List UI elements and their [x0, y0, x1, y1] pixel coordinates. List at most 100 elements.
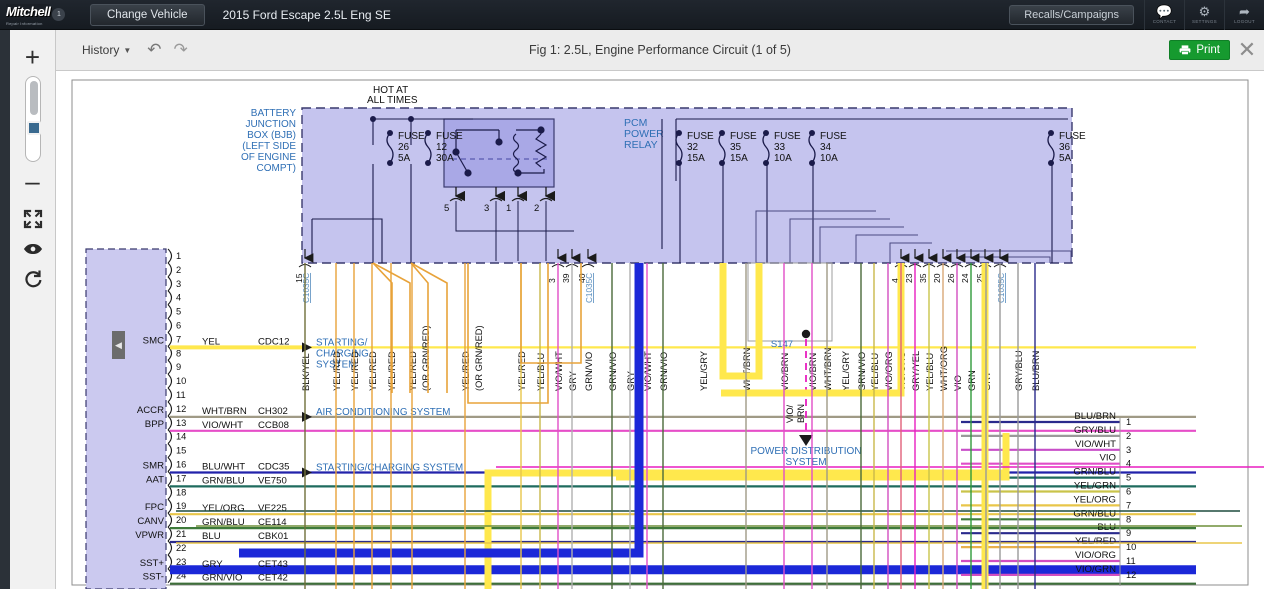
wire-pin-30: 20: [932, 273, 942, 283]
pin-number-9: 9: [176, 362, 181, 372]
row-code-16: CDC35: [258, 462, 289, 473]
fuse-number-6: 36: [1059, 142, 1071, 153]
wire-label-35: GRY/BLU: [1014, 350, 1024, 391]
pin-number-3: 3: [176, 279, 181, 289]
pin-side-label-19: FPC: [145, 502, 164, 513]
right-row-pin-2: 2: [1126, 431, 1131, 441]
zoom-in-button[interactable]: +: [16, 42, 50, 72]
pin-side-label-21: VPWR: [135, 530, 164, 541]
pin-number-21: 21: [176, 529, 186, 539]
wire-label-13: GRN/VIO: [584, 352, 594, 391]
contact-icon[interactable]: 💬 CONTACT: [1144, 0, 1184, 30]
view-eye-button[interactable]: [16, 234, 50, 264]
redo-icon[interactable]: ↷: [174, 43, 188, 57]
diagram-scroll-region[interactable]: PCM POWER RELAY 5 3 1 2: [56, 71, 1264, 589]
fuse-label-3: FUSE: [730, 131, 757, 142]
chevron-down-icon: ▼: [123, 46, 131, 55]
pin-number-20: 20: [176, 515, 186, 525]
change-vehicle-button[interactable]: Change Vehicle: [90, 4, 205, 26]
wire-pin-28: 23: [904, 273, 914, 283]
right-row-pin-6: 6: [1126, 487, 1131, 497]
power-distribution-wire-line-0: VIO/: [785, 404, 795, 423]
fuse-label-0: FUSE: [398, 131, 425, 142]
contact-glyph: 💬: [1156, 5, 1172, 18]
junction-dot: [408, 116, 414, 122]
pin-number-18: 18: [176, 487, 186, 497]
row-color-16: BLU/WHT: [202, 462, 245, 473]
wire-label-23: YEL/GRY: [841, 351, 851, 391]
contact-caption: CONTACT: [1153, 19, 1177, 24]
pin-side-label-23: SST+: [140, 558, 165, 569]
bjb-label-line-3: (LEFT SIDE: [242, 141, 296, 152]
wire-pin-31: 26: [946, 273, 956, 283]
pin-number-8: 8: [176, 348, 181, 358]
logout-icon[interactable]: ➦ LOGOUT: [1224, 0, 1264, 30]
row-code-19: VE225: [258, 503, 287, 514]
pin-side-label-20: CANV: [137, 516, 164, 527]
relay-pin-1: 3: [484, 203, 489, 214]
recalls-campaigns-button[interactable]: Recalls/Campaigns: [1009, 5, 1134, 25]
right-row-pin-3: 3: [1126, 445, 1131, 455]
row-code-24: CET42: [258, 573, 288, 584]
fit-screen-icon: [23, 209, 43, 229]
brand-logo[interactable]: Mitchell1 Repair Information: [0, 0, 86, 30]
relay-label-line-2: RELAY: [624, 139, 658, 151]
close-icon[interactable]: ✕: [1230, 30, 1264, 71]
fuse-number-3: 35: [730, 142, 742, 153]
pin-side-label-13: BPP: [145, 419, 164, 430]
wire-label-9: YEL/RED: [517, 351, 527, 391]
wire-label-8: (OR GRN/RED): [474, 325, 484, 391]
pin-number-17: 17: [176, 473, 186, 483]
right-row-pin-8: 8: [1126, 514, 1131, 524]
row-code-7: CDC12: [258, 336, 289, 347]
wire-label-7: YEL/RED: [461, 351, 471, 391]
history-label: History: [82, 43, 119, 57]
fuse-rating-6: 5A: [1059, 153, 1072, 164]
row-code-12: CH302: [258, 406, 288, 417]
right-row-color-6: YEL/GRN: [1074, 481, 1116, 492]
pin-number-14: 14: [176, 432, 186, 442]
wire-label-19: WHT/BRN: [742, 348, 752, 391]
print-label: Print: [1196, 44, 1220, 56]
vehicle-label: 2015 Ford Escape 2.5L Eng SE: [223, 8, 391, 22]
undo-icon[interactable]: ↶: [147, 43, 161, 57]
logout-glyph: ➦: [1239, 5, 1250, 18]
pin-number-12: 12: [176, 404, 186, 414]
pin-number-5: 5: [176, 307, 181, 317]
history-dropdown[interactable]: History ▼: [82, 43, 131, 57]
wire-pin-29: 35: [918, 273, 928, 283]
prev-page-button[interactable]: ◀: [112, 331, 125, 359]
right-row-color-10: YEL/RED: [1075, 536, 1116, 547]
right-row-color-4: VIO: [1099, 453, 1116, 464]
power-distribution-wire-line-1: BRN: [796, 404, 806, 423]
gear-glyph: ⚙: [1199, 5, 1211, 18]
pin-side-label-7: SMC: [143, 335, 164, 346]
zoom-slider[interactable]: [25, 76, 41, 162]
wire-label-32: GRN: [967, 370, 977, 391]
right-row-pin-5: 5: [1126, 473, 1131, 483]
gear-icon[interactable]: ⚙ SETTINGS: [1184, 0, 1224, 30]
wire-label-26: VIO/ORG: [884, 351, 894, 391]
fit-screen-button[interactable]: [16, 204, 50, 234]
wire-label-17: GRN/VIO: [659, 352, 669, 391]
wire-label-28: GRY/YEL: [911, 351, 921, 391]
eye-icon: [23, 239, 43, 259]
pin-number-22: 22: [176, 543, 186, 553]
undo-redo-group: ↶ ↷: [147, 43, 188, 57]
logout-caption: LOGOUT: [1234, 19, 1255, 24]
print-button[interactable]: Print: [1169, 40, 1230, 60]
zoom-slider-thumb[interactable]: [27, 121, 41, 135]
wire-label-16: VIO/WHT: [643, 351, 653, 391]
wire-label-14: GRN/VIO: [608, 352, 618, 391]
pin-number-19: 19: [176, 501, 186, 511]
pin-number-7: 7: [176, 334, 181, 344]
power-distribution-line-0: POWER DISTRIBUTION: [750, 446, 861, 457]
viewer-tool-rail: + –: [10, 30, 56, 589]
right-row-pin-1: 1: [1126, 417, 1131, 427]
pin-number-6: 6: [176, 321, 181, 331]
right-row-pin-12: 12: [1126, 570, 1136, 580]
zoom-out-button[interactable]: –: [16, 166, 50, 196]
diagram-canvas[interactable]: PCM POWER RELAY 5 3 1 2: [56, 71, 1264, 589]
pin-side-label-17: AAT: [146, 474, 164, 485]
refresh-button[interactable]: [16, 264, 50, 294]
